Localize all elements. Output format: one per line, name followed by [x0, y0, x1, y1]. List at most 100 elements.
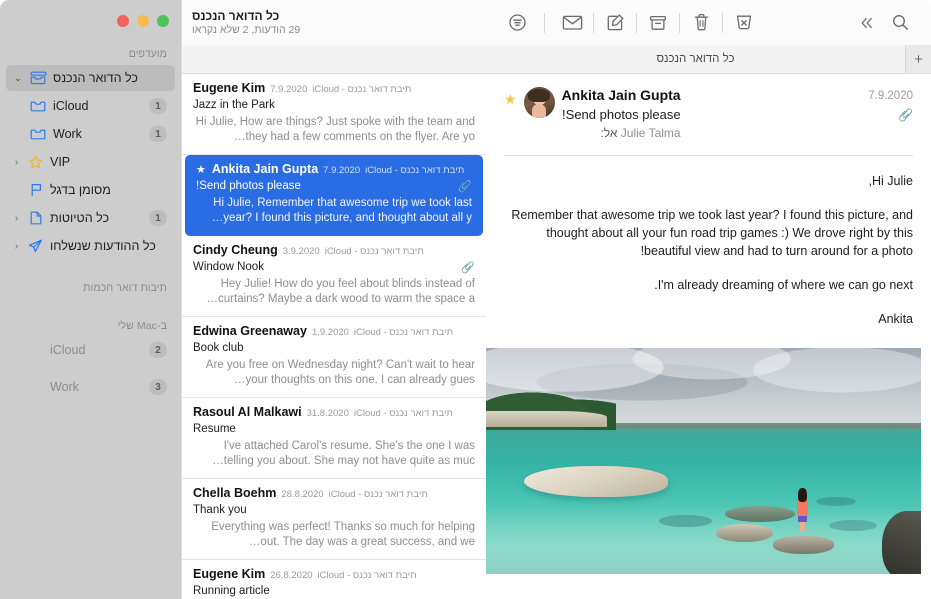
message-meta-row: Edwina Greenaway 1.9.2020 תיבת דואר נכנס… [193, 324, 475, 340]
sidebar-item-work-inbox[interactable]: 1 Work [6, 121, 175, 147]
sidebar-item-label: iCloud [50, 343, 86, 357]
message-subject-row: Window Nook 📎 [193, 259, 475, 275]
message-recipient-value[interactable]: Julie Talma [621, 126, 681, 140]
junk-icon[interactable] [727, 8, 761, 38]
sidebar-item-vip[interactable]: VIP ‹ [6, 149, 175, 175]
message-list-item[interactable]: Edwina Greenaway 1.9.2020 תיבת דואר נכנס… [182, 317, 486, 398]
message-mailbox: תיבת דואר נכנס - iCloud [328, 489, 428, 500]
toolbar-divider [679, 12, 680, 33]
message-date: 28.8.2020 [281, 489, 324, 500]
photo-white-boulder [524, 465, 669, 498]
vip-star-icon: ★ [196, 164, 206, 176]
message-subject: Send photos please! [196, 180, 301, 192]
message-list-item[interactable]: Cindy Cheung 3.9.2020 תיבת דואר נכנס - i… [182, 236, 486, 317]
new-tab-button[interactable]: + [905, 45, 931, 73]
message-mailbox-meta: 7.9.2020 תיבת דואר נכנס - iCloud [270, 82, 411, 97]
message-header-grid: ★ Ankita Jain Gupta Send photos please! … [504, 86, 913, 143]
draft-icon [27, 211, 44, 226]
message-meta-row: Cindy Cheung 3.9.2020 תיבת דואר נכנס - i… [193, 243, 475, 259]
message-sender: Eugene Kim [193, 567, 266, 581]
photo-submerged-rock [659, 515, 712, 527]
sidebar-item-label: מסומן בדגל [50, 183, 111, 197]
minimize-button[interactable] [137, 15, 149, 27]
tab-bar: + כל הדואר הנכנס [486, 45, 931, 74]
message-subject: Running article [193, 585, 270, 597]
message-mailbox: תיבת דואר נכנס - iCloud [312, 84, 412, 95]
sidebar-item-account-work[interactable]: 3 Work [6, 374, 175, 400]
message-mailbox-meta: 3.9.2020 תיבת דואר נכנס - iCloud [283, 244, 424, 259]
mail-window: מועדפים כל הדואר הנכנס ⌄ 1 iCloud 1 Work… [0, 0, 931, 599]
photo-person-hair [798, 488, 807, 502]
sidebar-item-icloud-inbox[interactable]: 1 iCloud [6, 93, 175, 119]
photo-island-rocks [486, 411, 608, 428]
collapse-icon[interactable] [849, 8, 883, 38]
disclosure-triangle-icon[interactable]: ‹ [12, 241, 21, 252]
delete-icon[interactable] [684, 8, 718, 38]
message-sender-block: ★ Ankita Jain Gupta Send photos please! … [504, 86, 681, 143]
sidebar: מועדפים כל הדואר הנכנס ⌄ 1 iCloud 1 Work… [0, 0, 181, 599]
disclosure-triangle-icon[interactable]: ‹ [12, 157, 21, 168]
message-list-item-selected[interactable]: ★ Ankita Jain Gupta 7.9.2020 תיבת דואר נ… [185, 155, 483, 236]
chevron-down-icon[interactable]: ⌄ [12, 73, 24, 84]
message-mailbox: תיבת דואר נכנס - iCloud [317, 570, 417, 581]
message-subject-row: Book club [193, 340, 475, 356]
message-mailbox-meta: 31.8.2020 תיבת דואר נכנס - iCloud [307, 406, 453, 421]
sidebar-item-label: iCloud [53, 99, 89, 113]
message-list-item[interactable]: Eugene Kim 7.9.2020 תיבת דואר נכנס - iCl… [182, 74, 486, 155]
photo-person [796, 488, 809, 532]
message-mailbox-meta: 28.8.2020 תיבת דואר נכנס - iCloud [281, 487, 427, 502]
photo-rock [716, 524, 773, 543]
message-preview: Everything was perfect! Thanks so much f… [211, 521, 475, 548]
message-list-scroll[interactable]: Eugene Kim 7.9.2020 תיבת דואר נכנס - iCl… [182, 74, 486, 599]
message-sender-names: Ankita Jain Gupta Send photos please! Ju… [562, 86, 681, 143]
all-inboxes-icon [30, 71, 47, 86]
message-subject: Thank you [193, 504, 247, 516]
message-body-scroll[interactable]: ★ Ankita Jain Gupta Send photos please! … [486, 74, 931, 599]
search-icon[interactable] [883, 8, 917, 38]
active-tab-title[interactable]: כל הדואר הנכנס [486, 45, 905, 73]
message-mailbox: תיבת דואר נכנס - iCloud [324, 246, 424, 257]
mailbox-title: כל הדואר הנכנס [192, 8, 280, 23]
message-text: Hi Julie, Remember that awesome trip we … [486, 156, 931, 344]
message-list-item[interactable]: Eugene Kim 26.8.2020 תיבת דואר נכנס - iC… [182, 560, 486, 599]
filter-icon[interactable] [500, 8, 534, 38]
sidebar-item-all-sent[interactable]: כל ההודעות שנשלחו ‹ [6, 233, 175, 259]
message-recipient-label: אל: [600, 126, 618, 140]
message-sender: Ankita Jain Gupta [211, 162, 319, 176]
mail-icon[interactable] [555, 8, 589, 38]
message-subject-row: Jazz in the Park [193, 97, 475, 113]
message-date: 7.9.2020 [270, 84, 308, 95]
message-mailbox-meta: 7.9.2020 תיבת דואר נכנס - iCloud [323, 163, 464, 178]
attachment-area [486, 344, 931, 599]
sidebar-item-all-inboxes[interactable]: כל הדואר הנכנס ⌄ [6, 65, 175, 91]
photo-submerged-rock [829, 519, 878, 532]
mailbox-count: 29 הודעות, 2 שלא נקראו [192, 23, 301, 36]
sidebar-on-my-mac-header: ב-Mac שלי [117, 320, 167, 332]
flag-icon [27, 183, 44, 198]
disclosure-triangle-icon[interactable]: ‹ [12, 213, 21, 224]
compose-icon[interactable] [598, 8, 632, 38]
message-list-item[interactable]: Chella Boehm 28.8.2020 תיבת דואר נכנס - … [182, 479, 486, 560]
photo-rock [724, 506, 795, 522]
attachment-clip-icon: 📎 [461, 261, 475, 274]
message-signature: Ankita [878, 312, 913, 326]
sidebar-item-label: VIP [50, 155, 71, 169]
message-mailbox-meta: 1.9.2020 תיבת דואר נכנס - iCloud [312, 325, 453, 340]
photo-rock [772, 535, 834, 554]
zoom-button[interactable] [157, 15, 169, 27]
sidebar-item-flagged[interactable]: מסומן בדגל [6, 177, 175, 203]
message-subject: Window Nook [193, 261, 264, 273]
sidebar-item-account-icloud[interactable]: 2 iCloud [6, 337, 175, 363]
message-date: 31.8.2020 [306, 408, 349, 419]
archive-icon[interactable] [641, 8, 675, 38]
message-subject-row: Send photos please! 📎 [196, 178, 472, 194]
attachment-clip-icon[interactable]: 📎 [898, 107, 913, 124]
message-greeting: Hi Julie, [868, 174, 913, 188]
toolbar-divider [636, 12, 637, 33]
sidebar-item-all-drafts[interactable]: 1 כל הטיוטות ‹ [6, 205, 175, 231]
message-preview: Are you free on Wednesday night? Can't w… [205, 359, 475, 386]
vip-star-icon[interactable]: ★ [504, 89, 517, 109]
message-list-item[interactable]: Rasoul Al Malkawi 31.8.2020 תיבת דואר נכ… [182, 398, 486, 479]
attachment-photo[interactable] [486, 348, 921, 574]
close-button[interactable] [117, 15, 129, 27]
